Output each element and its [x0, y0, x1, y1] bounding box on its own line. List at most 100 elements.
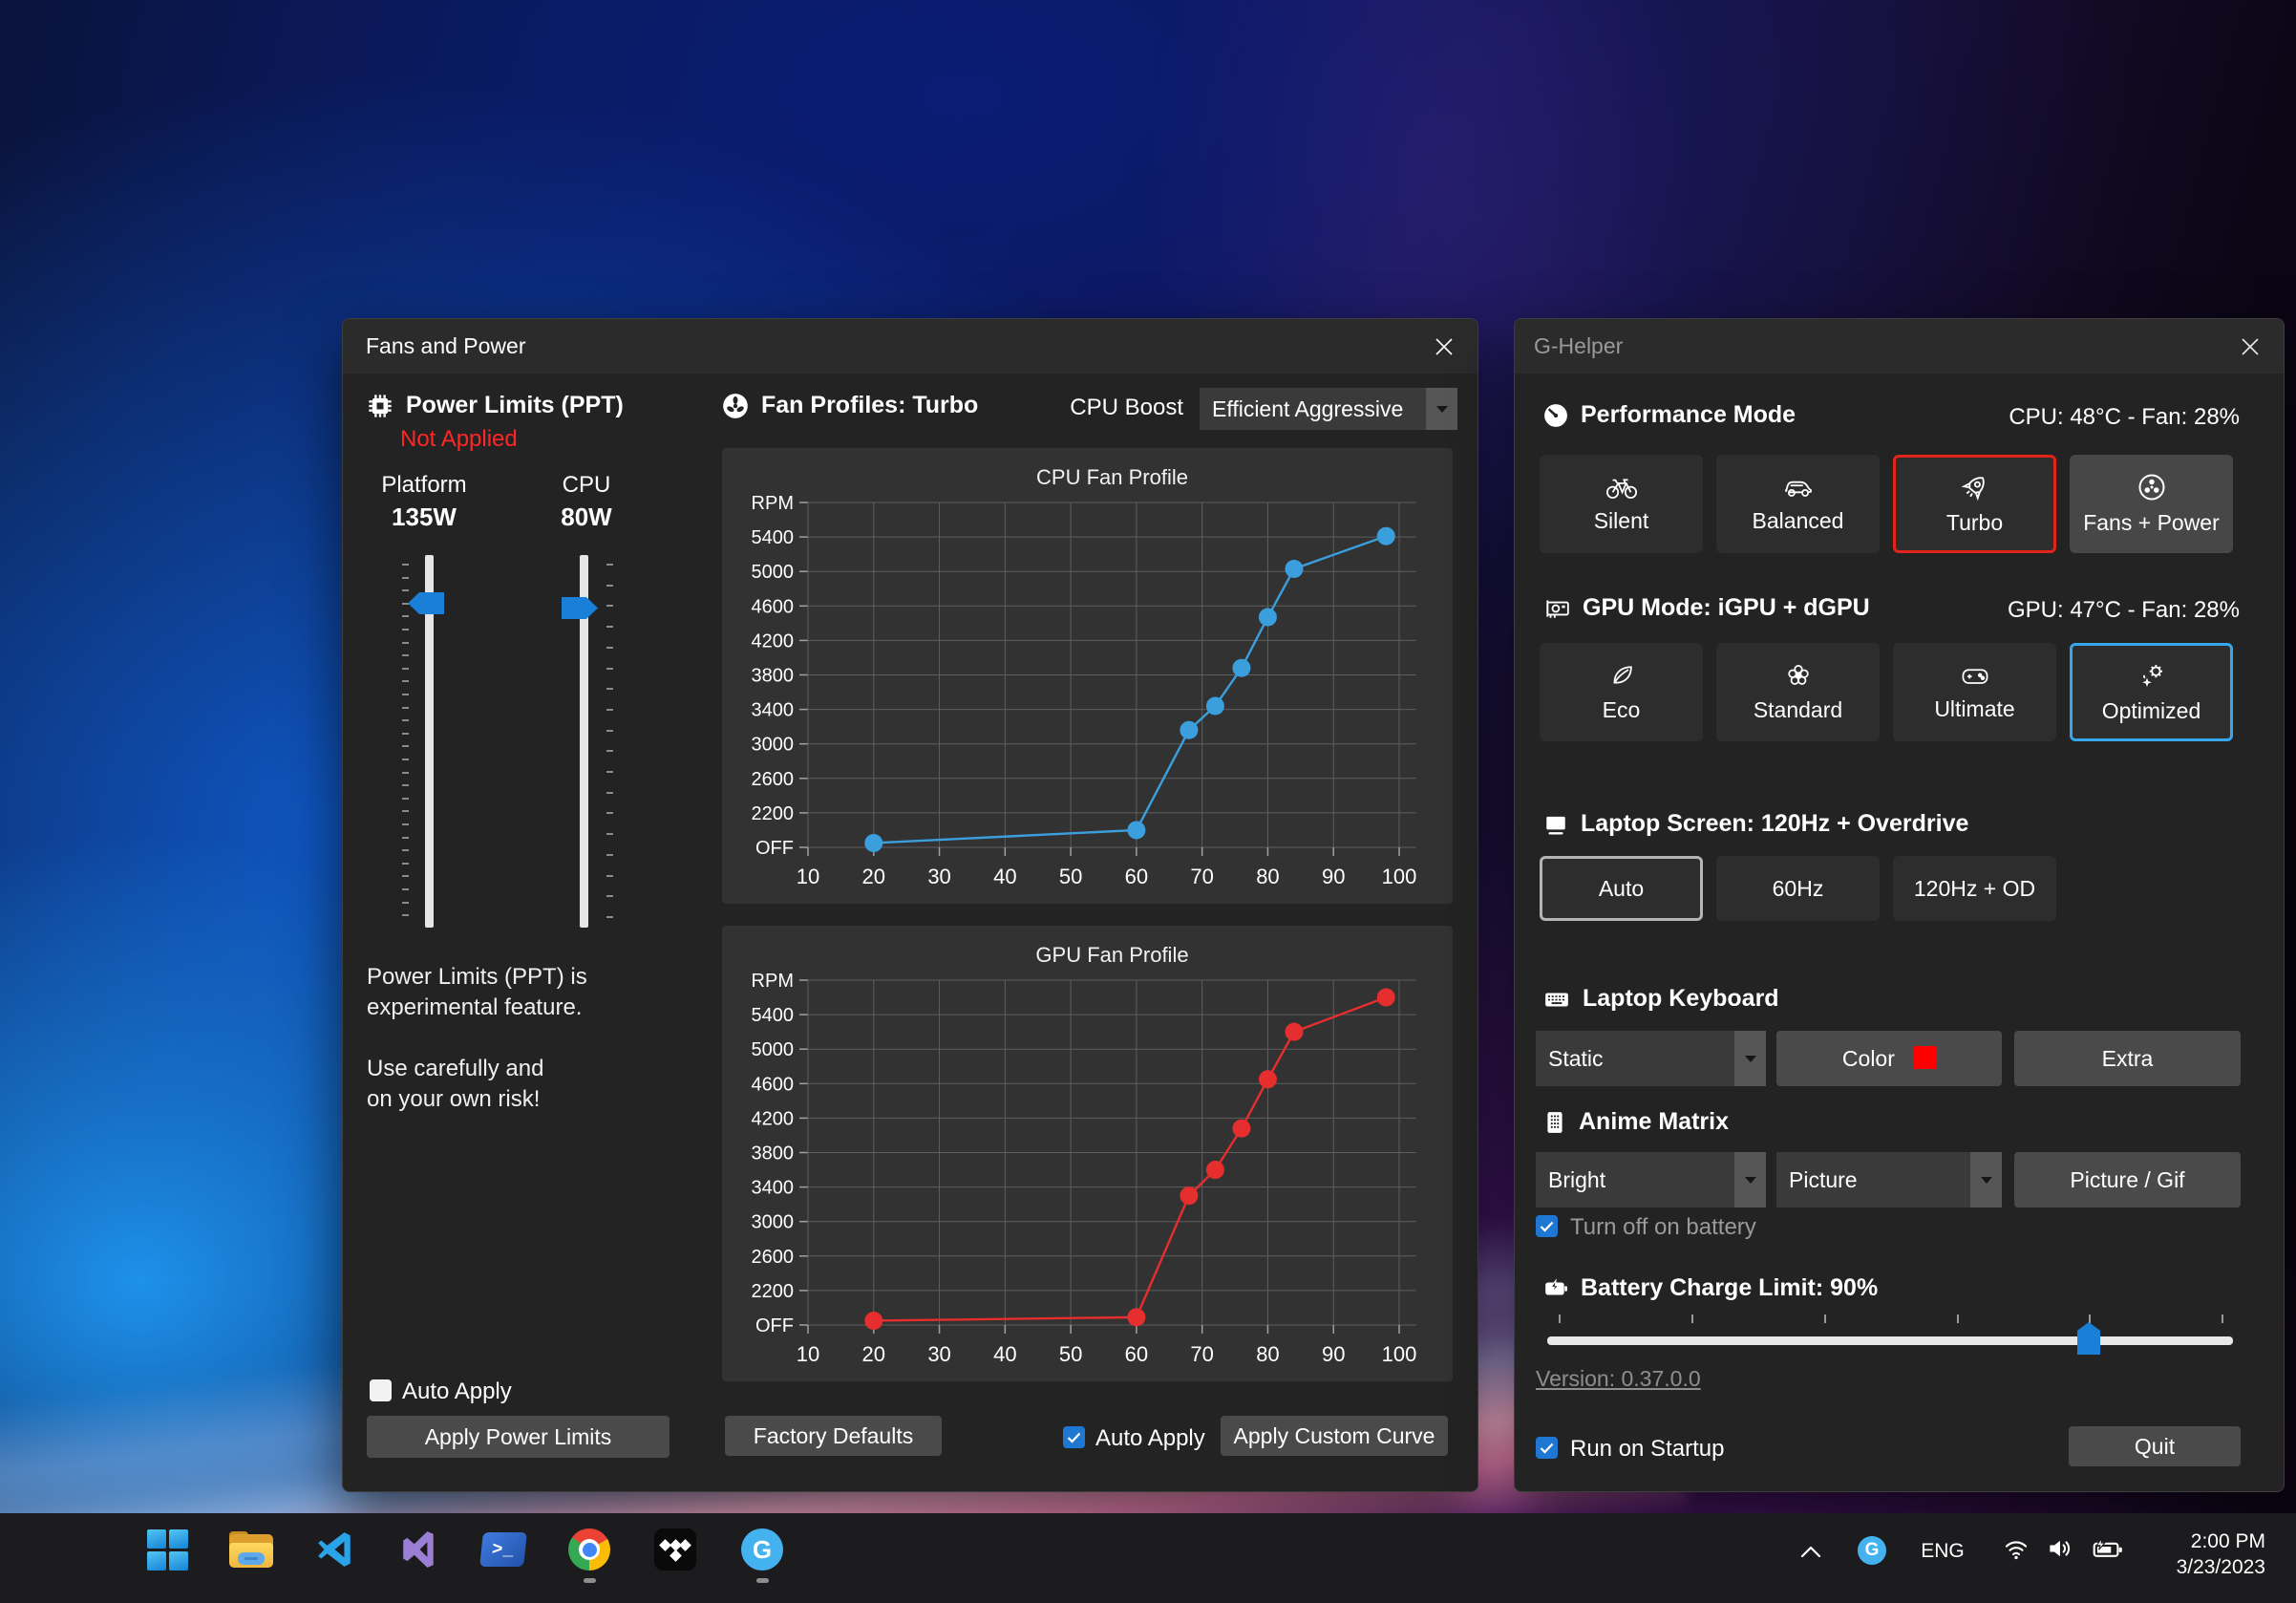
svg-text:OFF: OFF [755, 838, 794, 859]
gpu-fan-profile-chart[interactable]: GPU Fan ProfileOFF2200260030003400380042… [722, 926, 1453, 1381]
fan-curve-point[interactable] [864, 834, 882, 852]
cpu-boost-label: CPU Boost [1070, 395, 1183, 421]
fan-curve-point[interactable] [1285, 1023, 1303, 1041]
fan-curve-point[interactable] [1180, 721, 1198, 739]
perf-mode-silent-button[interactable]: Silent [1540, 455, 1703, 553]
apply-custom-curve-button[interactable]: Apply Custom Curve [1221, 1416, 1448, 1456]
perf-mode-fans-power-button[interactable]: Fans + Power [2070, 455, 2233, 553]
slider-tick [402, 759, 409, 760]
slider-tick [402, 564, 409, 566]
screen-auto-button[interactable]: Auto [1540, 856, 1703, 921]
fan-curve-point[interactable] [1377, 527, 1395, 545]
fan-curve-point[interactable] [1127, 1308, 1145, 1326]
run-on-startup-checkbox[interactable] [1536, 1437, 1558, 1459]
battery-slider-thumb[interactable] [2077, 1322, 2100, 1355]
factory-defaults-button[interactable]: Factory Defaults [725, 1416, 942, 1456]
ghelper-close-button[interactable] [2222, 319, 2278, 374]
tray-chevron-button[interactable] [1796, 1536, 1826, 1567]
fan-curve-point[interactable] [1127, 821, 1145, 839]
bicycle-icon [1605, 475, 1638, 500]
power-limits-status: Not Applied [400, 426, 518, 453]
slider-tick [1691, 1314, 1693, 1323]
fan-curve-point[interactable] [1377, 989, 1395, 1007]
language-indicator[interactable]: ENG [1918, 1536, 1967, 1567]
perf-mode-turbo-button[interactable]: Turbo [1893, 455, 2056, 553]
fan-curve-point[interactable] [1232, 1120, 1250, 1138]
slider-tick [402, 589, 409, 591]
warning-text: Power Limits (PPT) is [367, 964, 587, 991]
apply-power-limits-button[interactable]: Apply Power Limits [367, 1416, 670, 1458]
fan-curve-point[interactable] [1259, 1070, 1277, 1088]
g-helper-taskbar-button[interactable]: G [739, 1527, 785, 1572]
tidal-button[interactable] [652, 1527, 698, 1572]
curve-auto-apply-checkbox[interactable] [1063, 1426, 1085, 1448]
platform-slider-thumb[interactable] [408, 592, 444, 614]
fans-and-power-window: Fans and Power Power Limits (PPT) [342, 318, 1478, 1492]
wifi-tray-button[interactable] [2002, 1536, 2030, 1561]
matrix-picture-gif-button[interactable]: Picture / Gif [2014, 1152, 2241, 1208]
laptop-keyboard-heading: Laptop Keyboard [1543, 985, 1779, 1013]
perf-mode-balanced-button[interactable]: Balanced [1716, 455, 1880, 553]
keyboard-mode-dropdown[interactable]: Static [1536, 1031, 1766, 1086]
matrix-running-dropdown[interactable]: Picture [1776, 1152, 2002, 1208]
screen-60hz-button[interactable]: 60Hz [1716, 856, 1880, 921]
fan-curve-point[interactable] [1259, 609, 1277, 627]
battery-tray-button[interactable] [2092, 1536, 2124, 1561]
gpu-mode-eco-button[interactable]: Eco [1540, 643, 1703, 741]
cpu-boost-dropdown[interactable]: Efficient Aggressive [1200, 388, 1457, 430]
platform-label: Platform [348, 472, 500, 499]
battery-icon [1543, 1277, 1568, 1300]
speaker-icon [2046, 1536, 2074, 1561]
fans-window-close-button[interactable] [1416, 319, 1472, 374]
gpu-mode-standard-button[interactable]: Standard [1716, 643, 1880, 741]
chrome-button[interactable] [566, 1527, 612, 1572]
fan-curve-point[interactable] [864, 1312, 882, 1330]
fan-profiles-heading-label: Fan Profiles: Turbo [761, 392, 978, 419]
clock[interactable]: 2:00 PM 3/23/2023 [2177, 1528, 2265, 1580]
svg-text:4200: 4200 [752, 1108, 795, 1129]
fan-curve-point[interactable] [1232, 659, 1250, 677]
slider-tick [606, 730, 613, 732]
keyboard-color-button[interactable]: Color [1776, 1031, 2002, 1086]
file-explorer-button[interactable] [228, 1527, 274, 1572]
fan-curve-point[interactable] [1180, 1186, 1198, 1205]
terminal-button[interactable]: >_ [480, 1527, 526, 1572]
version-link[interactable]: Version: 0.37.0.0 [1536, 1366, 1701, 1392]
slider-tick [402, 888, 409, 890]
volume-tray-button[interactable] [2046, 1536, 2074, 1561]
battery-limit-heading-label: Battery Charge Limit: 90% [1581, 1274, 1878, 1302]
slider-tick [606, 585, 613, 587]
keyboard-extra-button[interactable]: Extra [2014, 1031, 2241, 1086]
screen-120hz-od-button[interactable]: 120Hz + OD [1893, 856, 2056, 921]
fan-curve-point[interactable] [1206, 696, 1224, 715]
matrix-battery-off-checkbox[interactable] [1536, 1215, 1558, 1237]
fan-curve-point[interactable] [1285, 560, 1303, 578]
svg-text:60: 60 [1125, 1342, 1148, 1366]
matrix-brightness-dropdown[interactable]: Bright [1536, 1152, 1766, 1208]
slider-tick [402, 615, 409, 617]
quit-button[interactable]: Quit [2069, 1426, 2241, 1466]
dropdown-arrow-icon[interactable] [1970, 1152, 2002, 1208]
ghelper-titlebar[interactable]: G-Helper [1515, 319, 2284, 374]
start-button[interactable] [144, 1527, 190, 1572]
gpu-mode-ultimate-button[interactable]: Ultimate [1893, 643, 2056, 741]
cpu-fan-profile-chart[interactable]: CPU Fan ProfileOFF2200260030003400380042… [722, 448, 1453, 904]
slider-tick [402, 772, 409, 774]
anime-matrix-heading-label: Anime Matrix [1579, 1108, 1729, 1136]
dropdown-arrow-icon[interactable] [1734, 1031, 1766, 1086]
svg-text:2200: 2200 [752, 1281, 795, 1302]
g-helper-tray-button[interactable]: G [1858, 1536, 1886, 1565]
power-auto-apply-checkbox[interactable] [370, 1379, 392, 1401]
slider-tick [606, 709, 613, 711]
cpu-slider-thumb[interactable] [562, 597, 598, 619]
gpu-mode-optimized-button[interactable]: Optimized [2070, 643, 2233, 741]
visual-studio-button[interactable] [396, 1527, 442, 1572]
powershell-icon: >_ [479, 1532, 527, 1567]
vscode-button[interactable] [312, 1527, 358, 1572]
fan-curve-point[interactable] [1206, 1161, 1224, 1179]
battery-charge-slider[interactable] [1547, 1336, 2233, 1345]
dropdown-arrow-icon[interactable] [1426, 388, 1457, 430]
fans-window-titlebar[interactable]: Fans and Power [343, 319, 1478, 374]
laptop-screen-heading: Laptop Screen: 120Hz + Overdrive [1543, 810, 1968, 838]
dropdown-arrow-icon[interactable] [1734, 1152, 1766, 1208]
